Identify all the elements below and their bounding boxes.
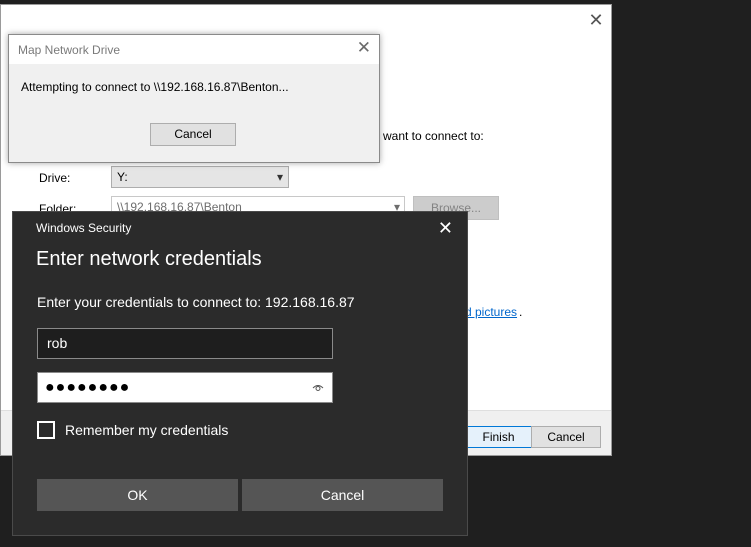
close-icon[interactable]: ✕ [357, 38, 371, 58]
wizard-instruction-text: want to connect to: [383, 129, 484, 143]
link-suffix: . [519, 305, 523, 319]
credentials-heading: Enter network credentials [36, 248, 262, 270]
wizard-close-icon[interactable]: ✕ [585, 9, 607, 31]
drive-label: Drive: [39, 171, 71, 185]
remember-credentials-label[interactable]: Remember my credentials [65, 422, 228, 438]
cancel-button[interactable]: Cancel [242, 479, 443, 511]
connecting-dialog: Map Network Drive ✕ Attempting to connec… [8, 34, 380, 163]
credentials-subtext: Enter your credentials to connect to: 19… [37, 294, 355, 310]
reveal-password-icon[interactable] [312, 373, 324, 402]
security-dialog-title: Windows Security [36, 221, 132, 235]
close-icon[interactable]: ✕ [438, 218, 453, 239]
windows-security-dialog: Windows Security ✕ Enter network credent… [12, 211, 468, 536]
password-field[interactable]: ●●●●●●●● [37, 372, 333, 403]
drive-select[interactable]: Y: ▾ [111, 166, 289, 188]
drive-select-value: Y: [117, 170, 128, 184]
connecting-dialog-title: Map Network Drive [18, 43, 121, 57]
password-masked-value: ●●●●●●●● [45, 379, 131, 396]
finish-button[interactable]: Finish [462, 426, 535, 448]
chevron-down-icon: ▾ [276, 170, 283, 184]
pictures-link[interactable]: d pictures [465, 305, 517, 319]
connecting-cancel-button[interactable]: Cancel [150, 123, 236, 146]
username-field[interactable]: rob [37, 328, 333, 359]
connecting-dialog-titlebar: Map Network Drive ✕ [9, 35, 379, 64]
remember-credentials-checkbox[interactable] [37, 421, 55, 439]
wizard-cancel-button[interactable]: Cancel [531, 426, 601, 448]
connecting-message: Attempting to connect to \\192.168.16.87… [21, 80, 289, 94]
ok-button[interactable]: OK [37, 479, 238, 511]
